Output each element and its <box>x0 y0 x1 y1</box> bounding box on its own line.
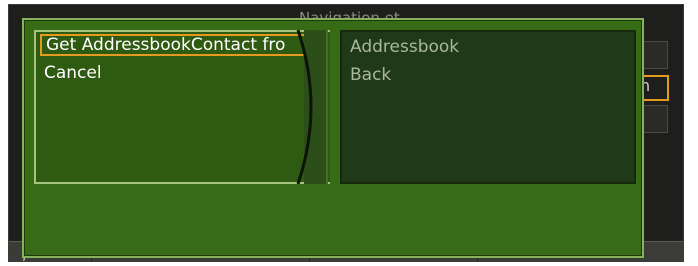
submenu-arc-icon <box>296 30 313 184</box>
menu-item-cancel[interactable]: Cancel <box>40 62 308 84</box>
options-popup: Get AddressbookContact fro Cancel Addres… <box>22 18 644 258</box>
menu-pane-left: Get AddressbookContact fro Cancel <box>34 30 330 184</box>
menu-item-get-addressbook-contact[interactable]: Get AddressbookContact fro <box>40 34 308 56</box>
submenu-item-addressbook[interactable]: Addressbook <box>346 36 626 58</box>
menu-pane-right: Addressbook Back <box>340 30 636 184</box>
submenu-item-back[interactable]: Back <box>346 64 626 86</box>
submenu-divider <box>296 30 328 184</box>
